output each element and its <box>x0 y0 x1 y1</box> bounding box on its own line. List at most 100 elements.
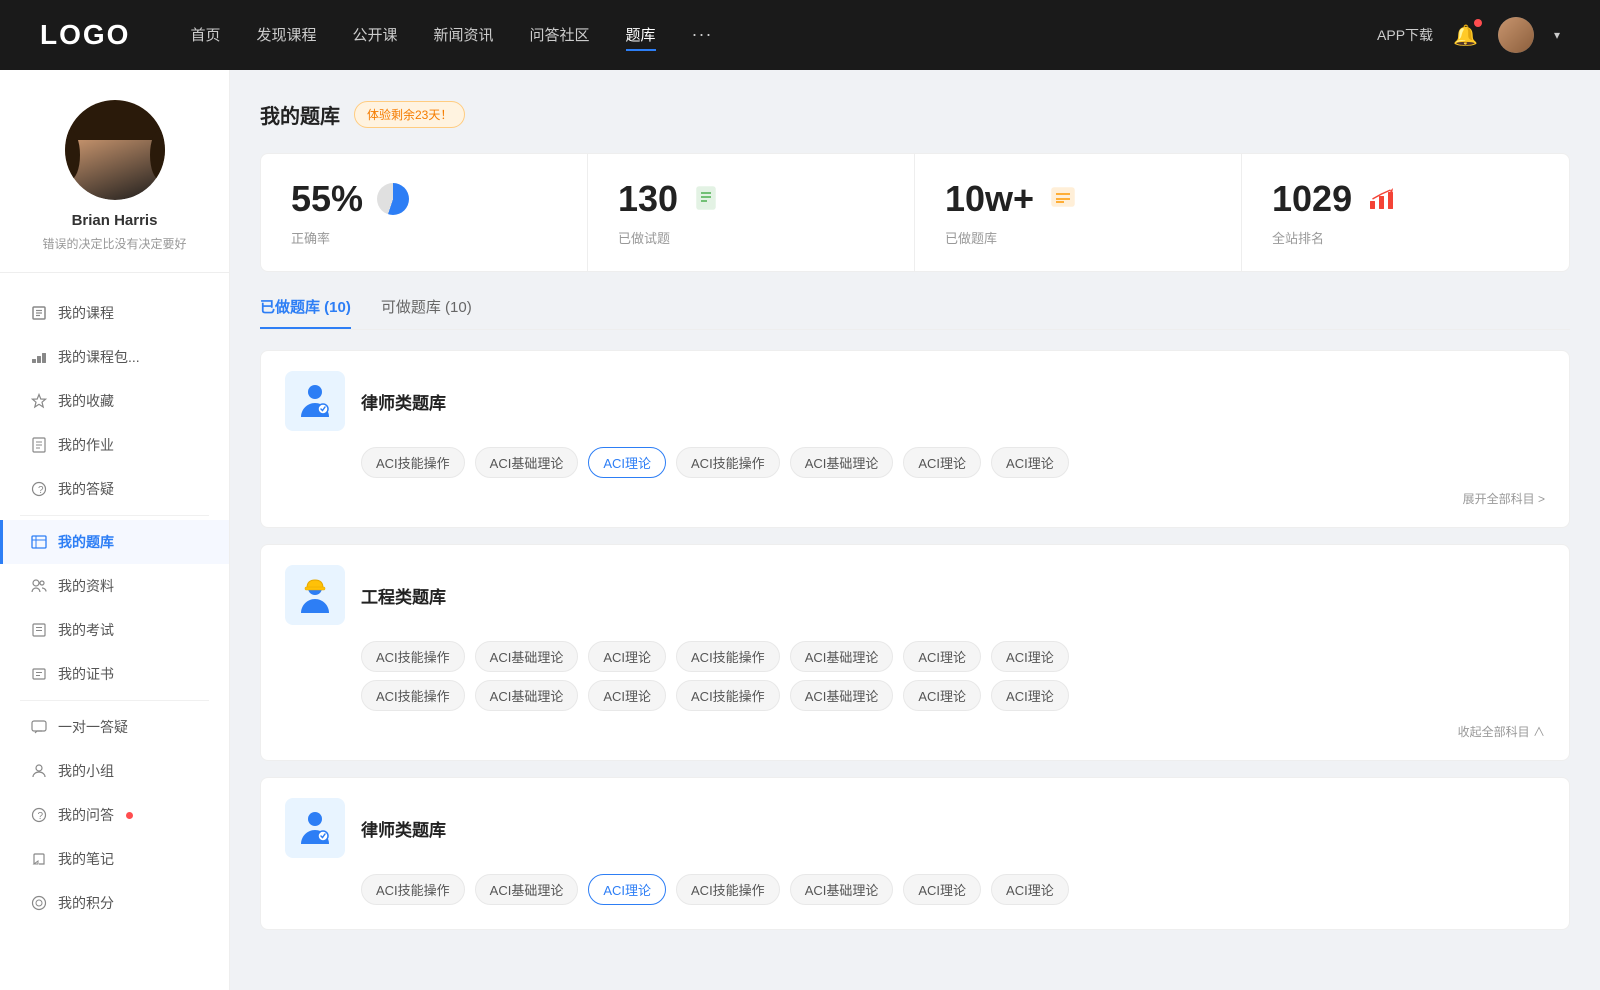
sidebar-label: 我的答疑 <box>58 479 114 499</box>
sidebar-item-1to1qa[interactable]: 一对一答疑 <box>0 705 229 749</box>
sidebar-item-mycourse[interactable]: 我的课程 <box>0 291 229 335</box>
app-download-button[interactable]: APP下载 <box>1377 25 1433 45</box>
tab-todo[interactable]: 可做题库 (10) <box>381 296 472 329</box>
done-banks-value: 10w+ <box>945 178 1034 220</box>
sidebar-label: 我的考试 <box>58 620 114 640</box>
sidebar-item-mycoursepack[interactable]: 我的课程包... <box>0 335 229 379</box>
tag-item[interactable]: ACI理论 <box>991 874 1069 905</box>
sidebar-item-mycollect[interactable]: 我的收藏 <box>0 379 229 423</box>
tag-item[interactable]: ACI理论 <box>903 641 981 672</box>
bank-card-body: ACI技能操作 ACI基础理论 ACI理论 ACI技能操作 ACI基础理论 AC… <box>261 447 1569 527</box>
star-icon <box>30 392 48 410</box>
notification-bell[interactable]: 🔔 <box>1453 23 1478 48</box>
sidebar-label: 我的收藏 <box>58 391 114 411</box>
main-header: LOGO 首页 发现课程 公开课 新闻资讯 问答社区 题库 ··· APP下载 … <box>0 0 1600 70</box>
tag-item[interactable]: ACI技能操作 <box>361 874 465 905</box>
tag-item[interactable]: ACI基础理论 <box>790 874 894 905</box>
sidebar-item-mynotes[interactable]: 我的笔记 <box>0 837 229 881</box>
tag-row-2: ACI技能操作 ACI基础理论 ACI理论 ACI技能操作 ACI基础理论 AC… <box>361 680 1545 711</box>
tag-item[interactable]: ACI基础理论 <box>790 447 894 478</box>
tab-done[interactable]: 已做题库 (10) <box>260 296 351 329</box>
tag-item[interactable]: ACI技能操作 <box>361 641 465 672</box>
avatar <box>65 100 165 200</box>
bell-icon: 🔔 <box>1453 25 1478 47</box>
sidebar-item-mygroup[interactable]: 我的小组 <box>0 749 229 793</box>
tag-item[interactable]: ACI理论 <box>588 680 666 711</box>
nav-opencourse[interactable]: 公开课 <box>352 20 397 51</box>
sidebar-label: 我的证书 <box>58 664 114 684</box>
nav-discover[interactable]: 发现课程 <box>256 20 316 51</box>
stat-ranking: 1029 全站排名 <box>1242 154 1569 271</box>
nav-home[interactable]: 首页 <box>190 20 220 51</box>
sidebar-item-myqa[interactable]: ? 我的答疑 <box>0 467 229 511</box>
tag-item[interactable]: ACI基础理论 <box>790 680 894 711</box>
tag-item[interactable]: ACI基础理论 <box>475 447 579 478</box>
sidebar-item-myquestionbank[interactable]: 我的题库 <box>0 520 229 564</box>
sidebar-profile: Brian Harris 错误的决定比没有决定要好 <box>0 100 229 273</box>
lawyer2-icon <box>285 798 345 858</box>
tag-item[interactable]: ACI基础理论 <box>475 680 579 711</box>
sidebar-menu: 我的课程 我的课程包... 我的收藏 我的作业 <box>0 283 229 933</box>
tag-row: ACI技能操作 ACI基础理论 ACI理论 ACI技能操作 ACI基础理论 AC… <box>361 874 1545 905</box>
bank-card-header: 律师类题库 <box>261 351 1569 447</box>
chat-icon <box>30 718 48 736</box>
data-icon <box>30 577 48 595</box>
exam-icon <box>30 621 48 639</box>
logo: LOGO <box>40 19 130 51</box>
sidebar-label: 我的资料 <box>58 576 114 596</box>
tag-item[interactable]: ACI基础理论 <box>475 641 579 672</box>
tag-item[interactable]: ACI技能操作 <box>676 641 780 672</box>
tag-item[interactable]: ACI技能操作 <box>676 680 780 711</box>
sidebar-label: 我的问答 <box>58 805 114 825</box>
user-name: Brian Harris <box>20 212 209 229</box>
main-nav: 首页 发现课程 公开课 新闻资讯 问答社区 题库 ··· <box>190 20 1377 51</box>
lawyer-icon <box>285 371 345 431</box>
avatar[interactable] <box>1498 17 1534 53</box>
tag-item[interactable]: ACI理论 <box>903 680 981 711</box>
tag-item[interactable]: ACI理论 <box>991 447 1069 478</box>
sidebar-label: 一对一答疑 <box>58 717 128 737</box>
collapse-link[interactable]: 收起全部科目 ∧ <box>361 719 1545 744</box>
tag-item[interactable]: ACI理论 <box>991 680 1069 711</box>
tag-item-active[interactable]: ACI理论 <box>588 447 666 478</box>
tag-item[interactable]: ACI理论 <box>991 641 1069 672</box>
notification-badge <box>1474 19 1482 27</box>
sidebar-label: 我的题库 <box>58 532 114 552</box>
sidebar-item-mydata[interactable]: 我的资料 <box>0 564 229 608</box>
sidebar-item-myexam[interactable]: 我的考试 <box>0 608 229 652</box>
tag-item-active[interactable]: ACI理论 <box>588 874 666 905</box>
sidebar-item-myquestion[interactable]: ? 我的问答 <box>0 793 229 837</box>
tag-item[interactable]: ACI技能操作 <box>676 874 780 905</box>
tag-item[interactable]: ACI技能操作 <box>361 447 465 478</box>
homework-icon <box>30 436 48 454</box>
accuracy-value: 55% <box>291 178 363 220</box>
tag-item[interactable]: ACI基础理论 <box>475 874 579 905</box>
tag-item[interactable]: ACI理论 <box>588 641 666 672</box>
user-menu-chevron-icon[interactable]: ▾ <box>1554 28 1560 42</box>
sidebar-label: 我的小组 <box>58 761 114 781</box>
tag-item[interactable]: ACI技能操作 <box>361 680 465 711</box>
tag-item[interactable]: ACI基础理论 <box>790 641 894 672</box>
questionbank-icon <box>30 533 48 551</box>
tag-item[interactable]: ACI理论 <box>903 447 981 478</box>
cert-icon <box>30 665 48 683</box>
bank-title: 工程类题库 <box>361 583 446 608</box>
notes-icon <box>30 850 48 868</box>
engineer-icon <box>285 565 345 625</box>
nav-news[interactable]: 新闻资讯 <box>434 20 494 51</box>
tag-item[interactable]: ACI技能操作 <box>676 447 780 478</box>
header-right: APP下载 🔔 ▾ <box>1377 17 1560 53</box>
sidebar-item-mypoints[interactable]: 我的积分 <box>0 881 229 925</box>
sidebar-item-mycert[interactable]: 我的证书 <box>0 652 229 696</box>
nav-questionbank[interactable]: 题库 <box>626 20 656 51</box>
nav-more[interactable]: ··· <box>692 20 713 51</box>
nav-qa[interactable]: 问答社区 <box>530 20 590 51</box>
sidebar-item-myhomework[interactable]: 我的作业 <box>0 423 229 467</box>
tag-item[interactable]: ACI理论 <box>903 874 981 905</box>
bank-title: 律师类题库 <box>361 389 446 414</box>
sidebar-label: 我的积分 <box>58 893 114 913</box>
unread-badge <box>126 812 133 819</box>
done-banks-label: 已做题库 <box>945 228 1211 247</box>
expand-link[interactable]: 展开全部科目 > <box>361 486 1545 511</box>
group-icon <box>30 762 48 780</box>
